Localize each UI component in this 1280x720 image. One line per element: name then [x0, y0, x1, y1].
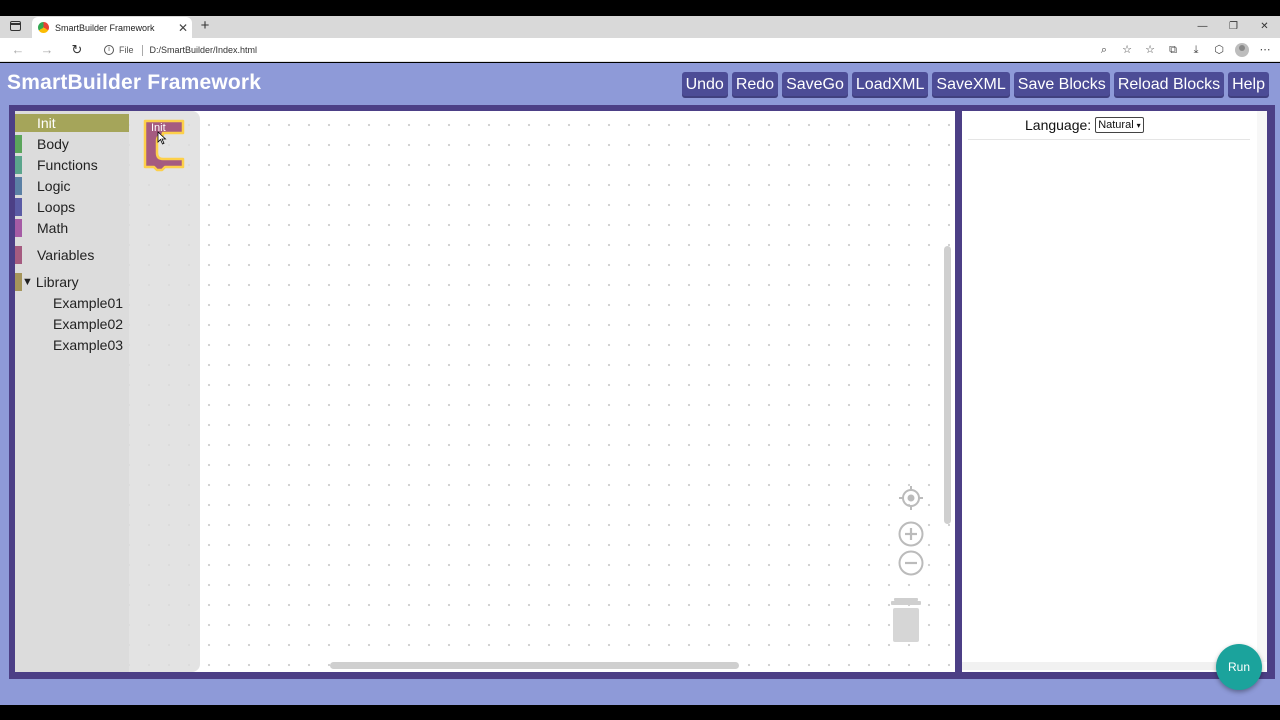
- favorites-icon[interactable]: ☆: [1143, 43, 1157, 57]
- screen: SmartBuilder Framework ✕ + — ❐ ✕ ← → ↻ i…: [0, 0, 1280, 720]
- help-button[interactable]: Help: [1228, 72, 1269, 98]
- forward-arrow-icon[interactable]: →: [38, 41, 56, 59]
- category-label: Loops: [37, 199, 76, 215]
- app-container: SmartBuilder Framework Undo Redo SaveGo …: [0, 63, 1280, 705]
- workspace-frame: Init Body Functions Logic Loops Math Var…: [9, 105, 1275, 679]
- category-label: Functions: [37, 157, 98, 173]
- run-button[interactable]: Run: [1216, 644, 1262, 690]
- category-label: Math: [37, 220, 69, 236]
- favorite-star-icon[interactable]: ☆: [1120, 43, 1134, 57]
- category-color-stripe: [15, 219, 22, 237]
- toolbox-category-loops[interactable]: Loops: [15, 198, 129, 216]
- workspace-horizontal-scrollbar[interactable]: [330, 662, 739, 669]
- code-panel: Language: Natural ▾: [962, 111, 1267, 672]
- minimize-button[interactable]: —: [1187, 16, 1218, 38]
- zoom-icon[interactable]: ⌕: [1097, 43, 1111, 57]
- address-bar-row: ← → ↻ i File D:/SmartBuilder/Index.html …: [0, 38, 1280, 62]
- code-panel-horizontal-scrollbar[interactable]: [962, 662, 1257, 670]
- zoom-out-icon[interactable]: [898, 550, 924, 576]
- toolbox-flyout: [129, 111, 200, 672]
- toolbox-category-functions[interactable]: Functions: [15, 156, 129, 174]
- tab-actions-icon[interactable]: [10, 21, 21, 31]
- library-item-example02[interactable]: Example02: [53, 315, 123, 333]
- loadxml-button[interactable]: LoadXML: [851, 72, 929, 98]
- toolbar: Undo Redo SaveGo LoadXML SaveXML Save Bl…: [681, 72, 1269, 98]
- category-color-stripe: [15, 273, 22, 291]
- category-color-stripe: [15, 198, 22, 216]
- blockly-workspace[interactable]: Init Body Functions Logic Loops Math Var…: [15, 111, 955, 672]
- category-label: Init: [37, 115, 56, 131]
- chevron-down-icon: ▾: [1136, 120, 1141, 130]
- toolbox-category-body[interactable]: Body: [15, 135, 129, 153]
- category-color-stripe: [15, 156, 22, 174]
- toolbox-category-logic[interactable]: Logic: [15, 177, 129, 195]
- category-label: Library: [35, 274, 79, 290]
- library-item-example01[interactable]: Example01: [53, 294, 123, 312]
- workspace-vertical-scrollbar[interactable]: [944, 246, 951, 524]
- library-item-example03[interactable]: Example03: [53, 336, 123, 354]
- language-select[interactable]: Natural ▾: [1095, 117, 1144, 133]
- extensions-icon[interactable]: ⬡: [1212, 43, 1226, 57]
- category-label: Variables: [37, 247, 95, 263]
- toolbox-category-library[interactable]: ▼ Library: [15, 273, 129, 291]
- category-color-stripe: [15, 246, 22, 264]
- new-tab-button[interactable]: +: [196, 16, 214, 37]
- savexml-button[interactable]: SaveXML: [932, 72, 1010, 98]
- toolbox-category-variables[interactable]: Variables: [15, 246, 129, 264]
- code-panel-vertical-scrollbar[interactable]: [1257, 111, 1267, 662]
- url-text: D:/SmartBuilder/Index.html: [149, 45, 258, 55]
- toolbox-category-init[interactable]: Init: [15, 114, 129, 132]
- tab-close-icon[interactable]: ✕: [174, 21, 192, 35]
- info-icon[interactable]: i: [104, 45, 114, 55]
- center-workspace-icon[interactable]: [898, 485, 924, 511]
- expanded-triangle-icon[interactable]: ▼: [22, 276, 33, 288]
- refresh-icon[interactable]: ↻: [68, 41, 86, 59]
- language-row: Language: Natural ▾: [1025, 117, 1144, 133]
- category-label: Body: [37, 136, 69, 152]
- url-separator: [141, 44, 143, 56]
- browser-toolbar: ⌕ ☆ ☆ ⧉ ⤓ ⬡ ⋯: [1097, 41, 1272, 59]
- window-controls: — ❐ ✕: [1187, 16, 1280, 38]
- app-title: SmartBuilder Framework: [7, 71, 262, 94]
- window-close-button[interactable]: ✕: [1249, 16, 1280, 38]
- redo-button[interactable]: Redo: [731, 72, 779, 98]
- toolbox: Init Body Functions Logic Loops Math Var…: [15, 111, 129, 672]
- zoom-in-icon[interactable]: [898, 521, 924, 547]
- panel-divider: [968, 139, 1250, 140]
- url-scheme: File: [119, 45, 134, 55]
- save-blocks-button[interactable]: Save Blocks: [1013, 72, 1110, 98]
- category-label: Logic: [37, 178, 71, 194]
- savego-button[interactable]: SaveGo: [782, 72, 848, 98]
- browser-tab-bar: SmartBuilder Framework ✕ + — ❐ ✕: [0, 16, 1280, 38]
- more-menu-icon[interactable]: ⋯: [1258, 43, 1272, 57]
- collections-icon[interactable]: ⧉: [1166, 43, 1180, 57]
- mouse-cursor-icon: [157, 131, 167, 145]
- trash-icon[interactable]: [890, 598, 922, 644]
- download-icon[interactable]: ⤓: [1189, 43, 1203, 57]
- undo-button[interactable]: Undo: [681, 72, 728, 98]
- reload-blocks-button[interactable]: Reload Blocks: [1113, 72, 1225, 98]
- toolbox-category-math[interactable]: Math: [15, 219, 129, 237]
- category-color-stripe: [15, 177, 22, 195]
- profile-avatar[interactable]: [1235, 43, 1249, 57]
- favicon-icon: [38, 22, 49, 33]
- tab-title: SmartBuilder Framework: [55, 22, 155, 33]
- category-color-stripe: [15, 135, 22, 153]
- category-color-stripe: [15, 114, 22, 132]
- init-block[interactable]: Init: [143, 119, 187, 173]
- language-select-value: Natural: [1098, 119, 1134, 131]
- browser-tab[interactable]: SmartBuilder Framework ✕: [32, 17, 192, 38]
- restore-button[interactable]: ❐: [1218, 16, 1249, 38]
- language-label: Language:: [1025, 117, 1092, 133]
- address-bar[interactable]: i File D:/SmartBuilder/Index.html: [104, 41, 257, 59]
- back-arrow-icon[interactable]: ←: [9, 41, 27, 59]
